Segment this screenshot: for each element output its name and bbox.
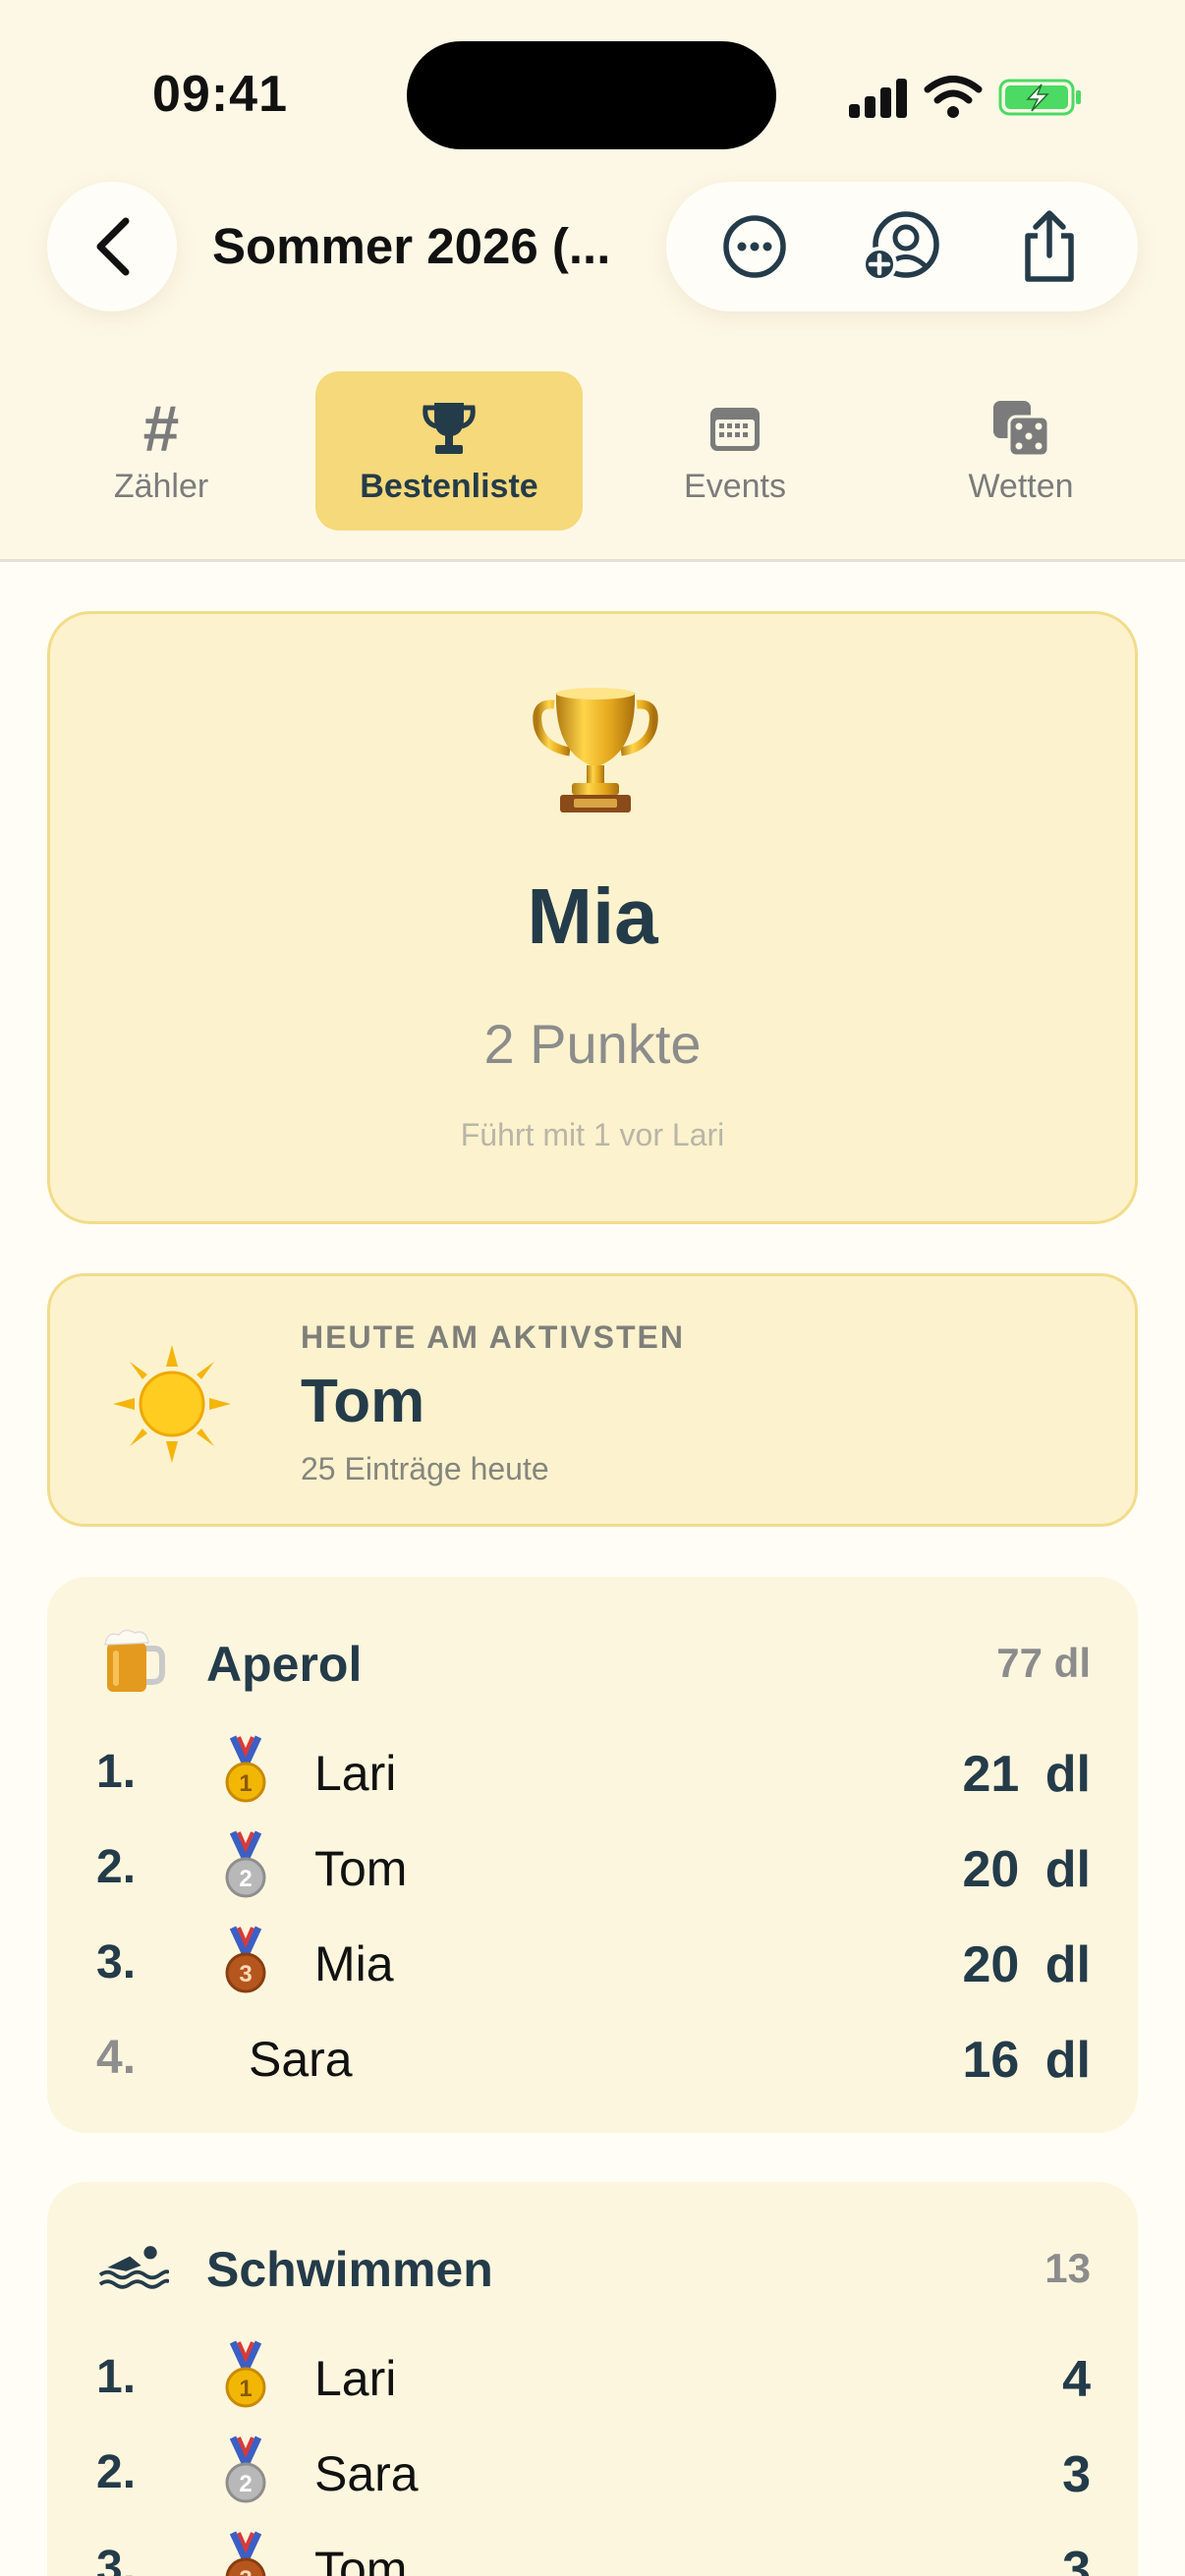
battery-charging-icon	[998, 79, 1081, 116]
status-time: 09:41	[152, 66, 288, 123]
svg-text:3: 3	[239, 1961, 252, 1988]
add-member-button[interactable]	[853, 197, 951, 296]
navigation-bar: Sommer 2026 (...	[0, 182, 1185, 314]
silver-medal-icon: 2	[225, 1830, 266, 1898]
status-bar: 09:41	[0, 0, 1185, 149]
category-title: Schwimmen	[206, 2242, 493, 2297]
player-name: Lari	[314, 1746, 397, 1801]
leaderboard-row: 1. 1 Lari 4	[47, 2330, 1138, 2419]
bronze-medal-icon: 3	[225, 1926, 266, 1993]
player-name: Mia	[314, 1936, 394, 1991]
dice-icon	[993, 400, 1050, 457]
most-active-entries: 25 Einträge heute	[301, 1451, 549, 1486]
svg-text:3: 3	[239, 2566, 252, 2576]
tab-zaehler[interactable]: # Zähler	[28, 371, 295, 531]
player-value: 3	[1062, 2542, 1091, 2576]
leader-lead-text: Führt mit 1 vor Lari	[460, 1117, 725, 1152]
header-area: 09:41 Sommer 2026 (... # Zähler Bestenli…	[0, 0, 1185, 562]
player-value: 20 dl	[962, 1841, 1092, 1898]
category-total: 13	[1044, 2245, 1091, 2291]
player-value: 3	[1062, 2446, 1091, 2503]
leader-card: Mia 2 Punkte Führt mit 1 vor Lari	[47, 611, 1138, 1224]
leaderboard-row: 3. 3 Tom 3	[47, 2521, 1138, 2576]
cellular-signal-icon	[849, 77, 908, 118]
sun-icon	[113, 1345, 231, 1463]
tab-bar: # Zähler Bestenliste Events Wetten	[0, 371, 1185, 533]
more-button[interactable]	[705, 197, 804, 296]
rank: 3.	[96, 1936, 137, 1988]
hash-icon: #	[142, 391, 180, 465]
player-name: Sara	[249, 2032, 353, 2087]
category-title: Aperol	[206, 1637, 363, 1692]
tab-bestenliste[interactable]: Bestenliste	[315, 371, 583, 531]
tab-events[interactable]: Events	[601, 371, 869, 531]
page-title: Sommer 2026 (...	[212, 218, 611, 274]
tab-label: Zähler	[113, 467, 209, 505]
most-active-name: Tom	[301, 1368, 425, 1435]
leaderboard-row: 2. 2 Sara 3	[47, 2426, 1138, 2514]
player-value: 4	[1062, 2351, 1091, 2408]
tab-wetten[interactable]: Wetten	[887, 371, 1155, 531]
category-header: Aperol 77 dl	[47, 1577, 1138, 1695]
leaderboard-row: 3. 3 Mia 20 dl	[47, 1916, 1138, 2004]
back-button[interactable]	[47, 182, 177, 311]
player-value: 16 dl	[962, 2032, 1092, 2089]
beer-mug-icon	[104, 1629, 165, 1692]
chevron-left-icon	[96, 217, 130, 276]
swimmer-icon	[98, 2246, 169, 2289]
ellipsis-circle-icon	[723, 215, 786, 278]
dynamic-island	[407, 41, 776, 149]
tab-label: Bestenliste	[360, 467, 538, 505]
rank: 1.	[96, 2351, 137, 2403]
player-name: Lari	[314, 2351, 397, 2406]
share-icon	[1025, 210, 1074, 282]
share-button[interactable]	[1000, 197, 1099, 296]
most-active-label: HEUTE AM AKTIVSTEN	[301, 1319, 685, 1355]
rank: 4.	[96, 2032, 137, 2084]
trophy-icon	[423, 402, 476, 454]
player-value: 20 dl	[962, 1936, 1092, 1993]
rank: 3.	[96, 2542, 137, 2576]
leader-points: 2 Punkte	[483, 1013, 702, 1075]
action-button-group	[666, 182, 1138, 311]
player-name: Sara	[314, 2446, 419, 2501]
svg-text:2: 2	[239, 1866, 252, 1892]
rank: 1.	[96, 1746, 137, 1798]
gold-medal-icon: 1	[225, 2340, 266, 2408]
leaderboard-row: 4. Sara 16 dl	[47, 2011, 1138, 2100]
trophy-emoji-icon	[533, 688, 658, 812]
category-card-aperol[interactable]: Aperol 77 dl 1. 1 Lari 21 dl 2. 2 Tom 20…	[47, 1577, 1138, 2133]
wifi-icon	[924, 76, 983, 118]
category-header: Schwimmen 13	[47, 2182, 1138, 2300]
gold-medal-icon: 1	[225, 1735, 266, 1803]
rank: 2.	[96, 2446, 137, 2498]
tab-label: Wetten	[968, 467, 1074, 505]
leaderboard-row: 2. 2 Tom 20 dl	[47, 1820, 1138, 1909]
player-name: Tom	[314, 1841, 408, 1896]
rank: 2.	[96, 1841, 137, 1893]
svg-text:1: 1	[239, 1770, 252, 1797]
bronze-medal-icon: 3	[225, 2531, 266, 2576]
player-name: Tom	[314, 2542, 408, 2576]
leaderboard-row: 1. 1 Lari 21 dl	[47, 1725, 1138, 1814]
category-total: 77 dl	[996, 1640, 1091, 1686]
svg-text:1: 1	[239, 2376, 252, 2402]
silver-medal-icon: 2	[225, 2436, 266, 2503]
person-add-icon	[862, 211, 939, 282]
player-value: 21 dl	[962, 1746, 1092, 1803]
most-active-card: HEUTE AM AKTIVSTEN Tom 25 Einträge heute	[47, 1273, 1138, 1527]
calendar-icon	[710, 407, 760, 451]
category-card-schwimmen[interactable]: Schwimmen 13 1. 1 Lari 4 2. 2 Sara 3 3. …	[47, 2182, 1138, 2576]
tab-label: Events	[684, 467, 786, 505]
leader-name: Mia	[527, 872, 658, 960]
svg-text:2: 2	[239, 2471, 252, 2497]
